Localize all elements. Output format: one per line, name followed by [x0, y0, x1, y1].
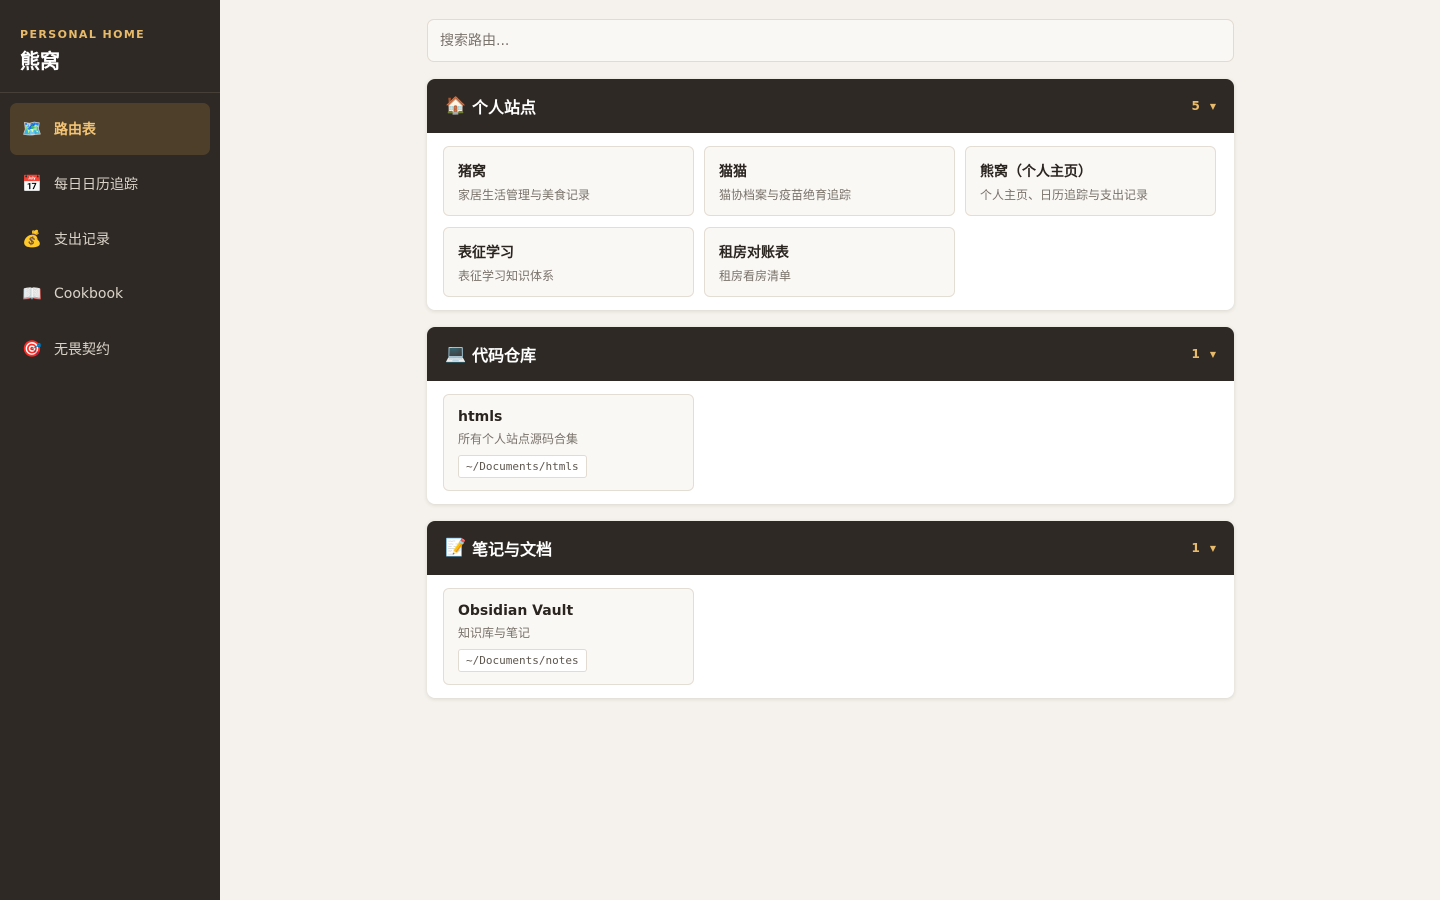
laptop-icon: 💻 [445, 343, 467, 364]
route-group: 📝 笔记与文档 1 ▼ Obsidian Vault 知识库与笔记 ~/Documents/… [427, 521, 1234, 698]
route-card[interactable]: Obsidian Vault 知识库与笔记 ~/Documents/notes [443, 588, 694, 685]
memo-icon: 📝 [445, 537, 467, 558]
group-title: 📝 笔记与文档 [445, 536, 552, 560]
money-bag-icon: 💰 [22, 229, 42, 248]
route-card-title: htmls [458, 409, 503, 425]
brand: PERSONAL HOME 熊窝 [0, 0, 220, 93]
route-card[interactable]: htmls 所有个人站点源码合集 ~/Documents/htmls [443, 394, 694, 491]
main-content: 🏠个人站点5▼猪窝家居生活管理与美食记录猫猫猫协档案与疫苗绝育追踪熊窝（个人主页… [220, 0, 1440, 900]
group-body: 猪窝 家居生活管理与美食记录 猫猫 猫协档案与疫苗绝育追踪 熊窝（个人主页） 个人主页、日… [427, 133, 1234, 310]
group-meta: 1 ▼ [1191, 541, 1216, 555]
sidebar-item-target[interactable]: 🎯 无畏契约 [10, 323, 210, 375]
sidebar-item-calendar[interactable]: 📅 每日日历追踪 [10, 158, 210, 210]
group-meta: 1 ▼ [1191, 347, 1216, 361]
route-card-description: 所有个人站点源码合集 [458, 432, 579, 446]
route-card-description: 租房看房清单 [719, 269, 792, 283]
route-card-description: 猫协档案与疫苗绝育追踪 [719, 188, 852, 202]
chevron-down-icon[interactable]: ▼ [1210, 102, 1216, 111]
target-icon: 🎯 [22, 339, 42, 358]
sidebar-item-money-bag[interactable]: 💰 支出记录 [10, 213, 210, 265]
route-card-description: 个人主页、日历追踪与支出记录 [980, 188, 1149, 202]
route-card-title: Obsidian Vault [458, 603, 574, 619]
group-title-text: 笔记与文档 [472, 540, 553, 559]
group-title-text: 个人站点 [472, 98, 537, 117]
group-header[interactable]: 🏠 个人站点 5 ▼ [427, 79, 1234, 133]
sidebar-item-label: 每日日历追踪 [54, 177, 138, 193]
route-card-title: 猫猫 [719, 164, 747, 180]
route-card[interactable]: 熊窝（个人主页） 个人主页、日历追踪与支出记录 [965, 146, 1216, 216]
route-card-title: 表征学习 [458, 245, 514, 261]
calendar-icon: 📅 [22, 174, 42, 193]
sidebar-item-label: 无畏契约 [54, 342, 110, 358]
group-body: Obsidian Vault 知识库与笔记 ~/Documents/notes [427, 575, 1234, 698]
group-body: htmls 所有个人站点源码合集 ~/Documents/htmls [427, 381, 1234, 504]
route-list: 🏠个人站点5▼猪窝家居生活管理与美食记录猫猫猫协档案与疫苗绝育追踪熊窝（个人主页… [427, 19, 1234, 698]
route-card[interactable]: 表征学习表征学习知识体系 [443, 227, 694, 297]
sidebar-item-label: 支出记录 [54, 232, 110, 248]
sidebar-item-label: Cookbook [54, 286, 124, 302]
route-card-path: ~/Documents/notes [458, 649, 587, 672]
route-card-title: 猪窝 [458, 164, 486, 180]
route-card[interactable]: 猫猫猫协档案与疫苗绝育追踪 [704, 146, 955, 216]
book-icon: 📖 [22, 284, 42, 303]
route-group: 💻 代码仓库 1 ▼ htmls 所有个人站点源码合集 ~/Documents/htmls [427, 327, 1234, 504]
group-title-text: 代码仓库 [472, 346, 537, 365]
group-meta: 5 ▼ [1191, 99, 1216, 113]
sidebar: PERSONAL HOME 熊窝 🗺️ 路由表 📅 每日日历追踪 💰 支出记录 📖 Cookb… [0, 0, 220, 900]
brand-title: 熊窝 [20, 49, 60, 73]
route-groups: 🏠 个人站点 5 ▼ 猪窝 家居生活管理与美食记录 猫猫 猫协档案与疫苗绝育追踪 熊窝（个人主页… [427, 79, 1234, 698]
sidebar-item-map[interactable]: 🗺️ 路由表 [10, 103, 210, 155]
chevron-down-icon[interactable]: ▼ [1210, 350, 1216, 359]
app: PERSONAL HOME 熊窝 🗺️ 路由表 📅 每日日历追踪 💰 支出记录 📖 Cookb… [0, 0, 1440, 900]
sidebar-nav: 🗺️ 路由表 📅 每日日历追踪 💰 支出记录 📖 Cookbook 🎯 无畏契约 [0, 93, 220, 385]
map-icon: 🗺️ [22, 119, 42, 138]
chevron-down-icon[interactable]: ▼ [1210, 544, 1216, 553]
route-group: 🏠 个人站点 5 ▼ 猪窝 家居生活管理与美食记录 猫猫 猫协档案与疫苗绝育追踪 熊窝（个人主页… [427, 79, 1234, 310]
group-count-badge: 5 [1191, 99, 1200, 113]
sidebar-item-label: 路由表 [54, 122, 96, 138]
house-icon: 🏠 [445, 95, 467, 116]
search-input[interactable] [427, 19, 1234, 62]
route-card-description: 表征学习知识体系 [458, 269, 555, 283]
group-title: 💻 代码仓库 [445, 342, 536, 366]
route-card-path: ~/Documents/htmls [458, 455, 587, 478]
route-card-title: 熊窝（个人主页） [980, 164, 1092, 180]
group-count-badge: 1 [1191, 347, 1200, 361]
route-card[interactable]: 租房对账表租房看房清单 [704, 227, 955, 297]
group-title: 🏠 个人站点 [445, 94, 536, 118]
route-card-description: 知识库与笔记 [458, 626, 531, 640]
route-card[interactable]: 猪窝家居生活管理与美食记录 [443, 146, 694, 216]
group-header[interactable]: 💻 代码仓库 1 ▼ [427, 327, 1234, 381]
sidebar-item-book[interactable]: 📖 Cookbook [10, 268, 210, 320]
group-count-badge: 1 [1191, 541, 1200, 555]
group-header[interactable]: 📝 笔记与文档 1 ▼ [427, 521, 1234, 575]
route-card-title: 租房对账表 [719, 245, 789, 261]
route-card-description: 家居生活管理与美食记录 [458, 188, 591, 202]
brand-subtitle: PERSONAL HOME [20, 28, 146, 41]
